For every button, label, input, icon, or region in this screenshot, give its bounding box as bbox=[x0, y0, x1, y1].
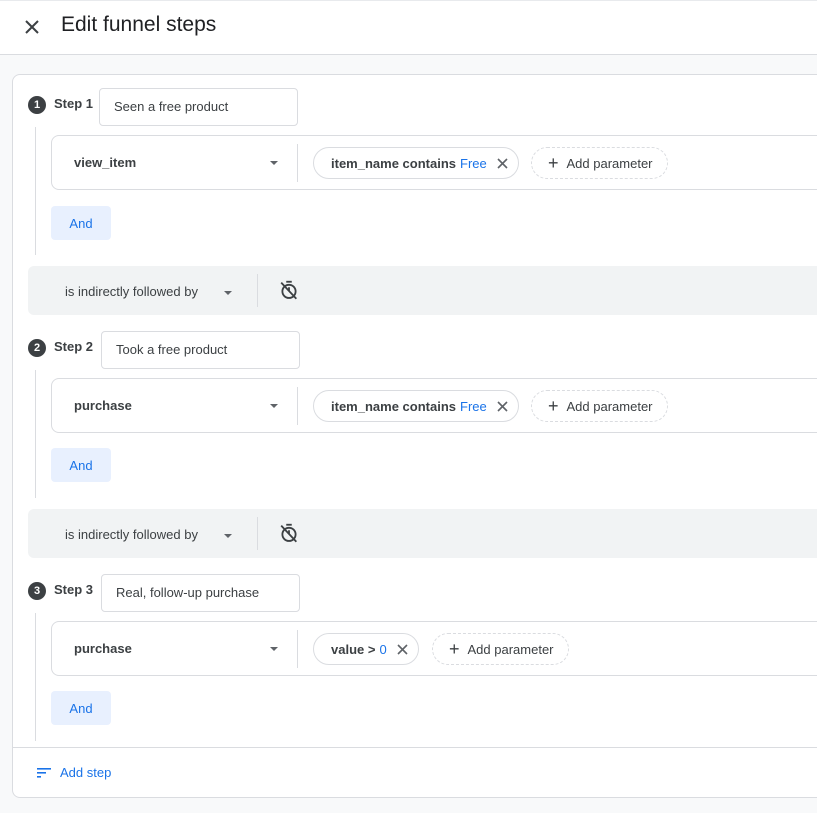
step-2-connector bbox=[35, 370, 36, 498]
condition-chip[interactable]: value > 0 bbox=[313, 633, 419, 665]
add-parameter-label: Add parameter bbox=[566, 398, 653, 414]
add-parameter-button[interactable]: + Add parameter bbox=[531, 390, 668, 422]
caret-down-icon bbox=[224, 534, 232, 538]
footer-divider bbox=[13, 747, 817, 748]
event-select[interactable]: purchase bbox=[52, 379, 297, 432]
add-parameter-label: Add parameter bbox=[467, 641, 554, 657]
close-icon bbox=[25, 20, 39, 34]
follow-type-select[interactable]: is indirectly followed by bbox=[28, 509, 256, 558]
condition-param: item_name contains bbox=[331, 155, 456, 171]
divider bbox=[257, 517, 258, 550]
event-name: view_item bbox=[74, 155, 137, 170]
plus-icon: + bbox=[548, 396, 559, 416]
page-title: Edit funnel steps bbox=[61, 13, 217, 36]
add-parameter-label: Add parameter bbox=[566, 155, 653, 171]
close-icon bbox=[497, 157, 508, 169]
step-number-badge: 3 bbox=[28, 582, 46, 600]
follow-type-label: is indirectly followed by bbox=[65, 527, 198, 542]
divider bbox=[297, 630, 298, 668]
plus-icon: + bbox=[548, 153, 559, 173]
condition-value: Free bbox=[460, 398, 487, 414]
step-2-event-card: purchase item_name contains Free + Add p… bbox=[51, 378, 817, 433]
step-1-connector bbox=[35, 127, 36, 255]
divider bbox=[257, 274, 258, 307]
add-step-button[interactable]: Add step bbox=[37, 765, 111, 780]
step-label: Step 2 bbox=[54, 338, 94, 354]
remove-condition-button[interactable] bbox=[397, 643, 408, 655]
condition-param: value > bbox=[331, 641, 376, 657]
divider bbox=[297, 387, 298, 425]
follow-type-select[interactable]: is indirectly followed by bbox=[28, 266, 256, 315]
and-button[interactable]: And bbox=[51, 448, 111, 482]
step-label: Step 1 bbox=[54, 95, 94, 111]
condition-value: 0 bbox=[379, 641, 387, 657]
funnel-steps-panel: 1 Step 1 Seen a free product view_item i… bbox=[12, 74, 817, 798]
divider bbox=[297, 144, 298, 182]
remove-condition-button[interactable] bbox=[497, 400, 508, 412]
step-label: Step 3 bbox=[54, 581, 94, 597]
timer-off-icon[interactable] bbox=[278, 279, 300, 301]
step-1-event-card: view_item item_name contains Free + Add … bbox=[51, 135, 817, 190]
caret-down-icon bbox=[270, 161, 278, 165]
dialog-header: Edit funnel steps bbox=[0, 0, 817, 55]
timer-off-icon[interactable] bbox=[278, 522, 300, 544]
step-number-badge: 1 bbox=[28, 96, 46, 114]
step-2-header: 2 Step 2 bbox=[28, 339, 93, 357]
step-3-header: 3 Step 3 bbox=[28, 582, 93, 600]
caret-down-icon bbox=[224, 291, 232, 295]
step-2-name-input[interactable]: Took a free product bbox=[101, 331, 300, 369]
follow-condition-row: is indirectly followed by bbox=[28, 509, 817, 558]
step-3-event-card: purchase value > 0 + Add parameter bbox=[51, 621, 817, 676]
and-button[interactable]: And bbox=[51, 691, 111, 725]
condition-value: Free bbox=[460, 155, 487, 171]
event-select[interactable]: purchase bbox=[52, 622, 297, 675]
close-icon bbox=[397, 643, 408, 655]
event-name: purchase bbox=[74, 398, 132, 413]
step-1-header: 1 Step 1 bbox=[28, 96, 93, 114]
event-name: purchase bbox=[74, 641, 132, 656]
plus-icon: + bbox=[449, 639, 460, 659]
event-select[interactable]: view_item bbox=[52, 136, 297, 189]
step-3-connector bbox=[35, 613, 36, 741]
close-button[interactable] bbox=[18, 13, 46, 41]
condition-chip[interactable]: item_name contains Free bbox=[313, 147, 519, 179]
remove-condition-button[interactable] bbox=[497, 157, 508, 169]
follow-type-label: is indirectly followed by bbox=[65, 284, 198, 299]
step-1-name-input[interactable]: Seen a free product bbox=[99, 88, 298, 126]
caret-down-icon bbox=[270, 404, 278, 408]
follow-condition-row: is indirectly followed by bbox=[28, 266, 817, 315]
condition-chip[interactable]: item_name contains Free bbox=[313, 390, 519, 422]
caret-down-icon bbox=[270, 647, 278, 651]
add-step-label: Add step bbox=[60, 765, 112, 780]
condition-param: item_name contains bbox=[331, 398, 456, 414]
add-parameter-button[interactable]: + Add parameter bbox=[531, 147, 668, 179]
add-parameter-button[interactable]: + Add parameter bbox=[432, 633, 569, 665]
step-3-name-input[interactable]: Real, follow-up purchase bbox=[101, 574, 300, 612]
and-button[interactable]: And bbox=[51, 206, 111, 240]
close-icon bbox=[497, 400, 508, 412]
step-number-badge: 2 bbox=[28, 339, 46, 357]
sort-lines-icon bbox=[37, 767, 51, 778]
